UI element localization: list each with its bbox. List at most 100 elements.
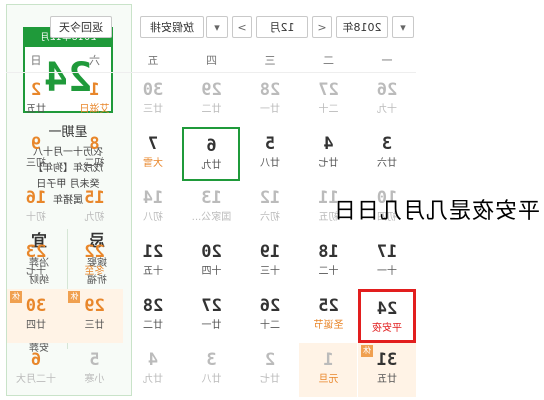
calendar-toolbar: ▾ 2018年 < 12月 > ▾ 放假安排 返回今天 [6, 12, 416, 42]
day-number: 4 [323, 134, 334, 154]
year-select[interactable]: 2018年 [336, 16, 388, 38]
weekday-6: 日 [30, 54, 42, 67]
day-cell[interactable]: 20 十四 [183, 235, 241, 289]
year-dropdown-arrow[interactable]: ▾ [392, 16, 414, 38]
day-cell[interactable]: 休 30 廿四 [7, 289, 65, 343]
day-number: 3 [206, 350, 217, 370]
day-number: 27 [201, 296, 222, 316]
day-number: 2 [264, 350, 276, 370]
back-today-button[interactable]: 返回今天 [50, 16, 112, 38]
weekday-1: 二 [323, 54, 334, 67]
day-cell[interactable]: 27 廿一 [183, 289, 241, 343]
lunar-label: 小寒 [84, 374, 105, 385]
day-number: 6 [30, 350, 42, 370]
lunar-label: 廿九 [143, 374, 163, 385]
day-cell[interactable]: 19 十三 [241, 235, 299, 289]
day-cell[interactable]: 26 十九 [358, 73, 416, 127]
day-cell[interactable]: 30 廿三 [124, 73, 182, 127]
day-number: 3 [381, 134, 393, 154]
day-number: 28 [259, 80, 281, 100]
lunar-label: 大雪 [143, 158, 163, 169]
lunar-label: 十二月大 [16, 374, 56, 385]
lunar-label: 初二 [84, 158, 105, 169]
lunar-label: 廿九 [201, 160, 222, 171]
weekday-0: 一 [381, 54, 393, 67]
day-cell[interactable]: 27 二十 [300, 73, 358, 127]
day-cell[interactable]: 休 29 廿三 [65, 289, 124, 343]
lunar-label: 廿五 [377, 374, 397, 385]
lunar-label: 二十 [318, 104, 339, 115]
month-select[interactable]: 12月 [256, 16, 308, 38]
day-number: 6 [206, 136, 217, 156]
day-number: 29 [201, 80, 222, 100]
today-cell[interactable]: 24 平安夜 [358, 289, 416, 343]
lunar-label: 二十 [260, 320, 280, 331]
lunar-label: 平安夜 [372, 323, 402, 334]
day-cell[interactable]: 9 初三 [7, 127, 65, 181]
day-cell[interactable]: 22 冬至 [66, 235, 124, 289]
lunar-label: 十三 [260, 266, 280, 277]
day-number: 8 [89, 134, 100, 154]
day-cell[interactable]: 6 十二月大 [7, 343, 65, 397]
day-cell[interactable]: 5 小寒 [66, 343, 124, 397]
day-cell[interactable]: 1 艾滋日 [66, 73, 124, 127]
lunar-label: 十七 [26, 266, 46, 277]
day-cell[interactable]: 5 廿八 [241, 127, 299, 181]
lunar-label: 初三 [26, 158, 46, 169]
day-number: 5 [264, 134, 276, 154]
lunar-label: 廿八 [201, 374, 222, 385]
holiday-select[interactable]: 放假安排 [140, 16, 204, 38]
day-cell[interactable]: 18 十二 [300, 235, 358, 289]
lunar-label: 廿三 [143, 104, 163, 115]
rest-day-badge: 休 [68, 291, 81, 303]
day-cell[interactable]: 2 廿七 [241, 343, 299, 397]
day-cell[interactable]: 26 二十 [241, 289, 299, 343]
lunar-label: 艾滋日 [79, 104, 110, 115]
lunar-label: 十二 [318, 266, 339, 277]
lunar-label: 廿三 [84, 320, 105, 331]
day-cell[interactable]: 3 廿六 [358, 127, 416, 181]
day-cell[interactable]: 4 廿九 [124, 343, 182, 397]
day-cell[interactable]: 1 元旦 [299, 343, 358, 397]
day-cell[interactable]: 29 廿二 [183, 73, 241, 127]
day-cell[interactable]: 8 初二 [66, 127, 124, 181]
day-number: 5 [89, 350, 100, 370]
lunar-label: 十一 [377, 266, 397, 277]
day-cell[interactable]: 17 十一 [358, 235, 416, 289]
lunar-label: 廿七 [318, 158, 339, 169]
weekday-4: 五 [147, 54, 159, 67]
day-cell[interactable]: 21 十五 [124, 235, 182, 289]
prev-month-button[interactable]: < [312, 16, 332, 38]
day-number: 30 [142, 80, 164, 100]
day-number: 26 [259, 296, 281, 316]
day-cell[interactable]: 7 大雪 [124, 127, 182, 181]
lunar-label: 十四 [201, 266, 222, 277]
lunar-label: 廿八 [260, 158, 280, 169]
day-cell[interactable]: 28 廿一 [241, 73, 299, 127]
weekday-2: 三 [264, 54, 276, 67]
weekday-header: 一二三四五六日 [6, 50, 416, 72]
lunar-label: 圣诞节 [313, 320, 344, 331]
day-number: 1 [89, 80, 100, 100]
weekday-5: 六 [89, 54, 100, 67]
day-cell[interactable]: 28 廿二 [124, 289, 182, 343]
holiday-dropdown-arrow[interactable]: ▾ [206, 16, 228, 38]
lunar-label: 廿四 [26, 320, 46, 331]
overlay-title: 平安夜是几月几日日 [332, 199, 540, 224]
day-number: 9 [30, 134, 42, 154]
day-cell[interactable]: 2 廿五 [7, 73, 65, 127]
lunar-label: 廿五 [26, 104, 46, 115]
lunar-label: 廿一 [201, 320, 222, 331]
day-cell[interactable]: 23 十七 [7, 235, 65, 289]
day-cell[interactable]: 休 31 廿五 [358, 343, 416, 397]
day-cell[interactable]: 4 廿七 [300, 127, 358, 181]
day-cell[interactable]: 25 圣诞节 [300, 289, 358, 343]
next-month-button[interactable]: > [232, 16, 252, 38]
day-cell[interactable]: 6 廿九 [182, 127, 241, 181]
day-number: 19 [259, 242, 281, 262]
rest-day-badge: 休 [361, 345, 373, 357]
overlay-caption: 平安夜是几月几日日 [0, 194, 544, 230]
lunar-label: 廿二 [143, 320, 163, 331]
lunar-label: 元旦 [318, 374, 339, 385]
day-cell[interactable]: 3 廿八 [183, 343, 241, 397]
